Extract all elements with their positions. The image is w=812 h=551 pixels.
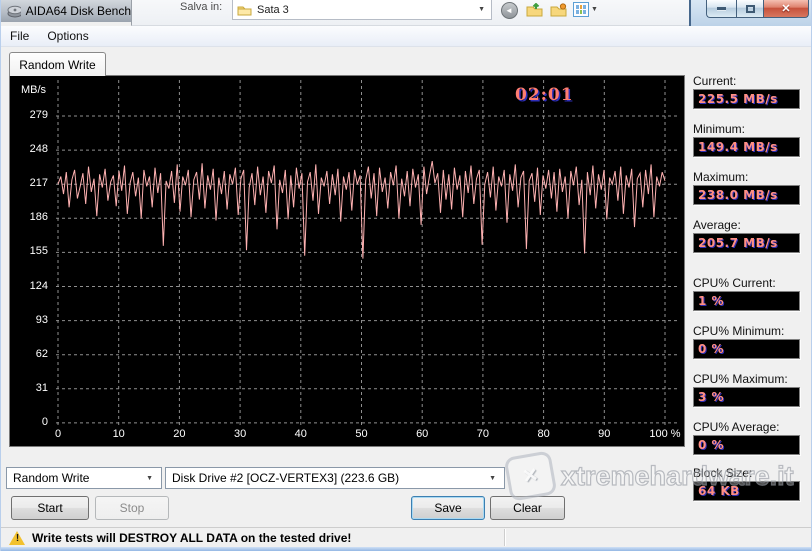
window-title: AIDA64 Disk Bench	[25, 4, 131, 18]
save-location-value: Sata 3	[257, 3, 289, 16]
chart-plot-area	[56, 80, 678, 427]
chevron-down-icon: ▼	[489, 474, 496, 482]
clear-button[interactable]: Clear	[490, 496, 565, 520]
x-axis-tick: 90	[598, 428, 611, 440]
stat-label: CPU% Maximum:	[693, 372, 788, 386]
title-bar[interactable]: AIDA64 Disk Bench	[1, 0, 131, 22]
x-axis-tick: 100 %	[649, 428, 681, 440]
disk-icon	[7, 5, 21, 18]
menu-file[interactable]: File	[1, 27, 38, 45]
views-icon	[573, 2, 589, 17]
maximize-icon	[745, 4, 755, 13]
y-axis-tick: 279	[29, 109, 48, 121]
test-type-dropdown[interactable]: Random Write ▼	[6, 467, 162, 489]
y-axis-tick: 0	[41, 415, 48, 428]
minimize-icon	[717, 7, 726, 10]
chevron-down-icon: ▼	[591, 6, 598, 13]
save-in-label: Salva in:	[180, 1, 223, 13]
stat-label: Maximum:	[693, 170, 749, 184]
y-axis-tick: 62	[35, 347, 48, 360]
new-folder-button[interactable]	[549, 2, 567, 19]
stat-value-cpu-minimum: 0 %	[693, 339, 800, 359]
window-bottom-border	[1, 547, 811, 551]
stat-value-current: 225.5 MB/s	[693, 89, 800, 109]
stat-label: CPU% Current:	[693, 276, 776, 290]
stat-label: CPU% Minimum:	[693, 324, 785, 338]
y-axis-tick: 124	[29, 279, 48, 292]
x-axis-tick: 70	[476, 428, 490, 440]
status-bar-divider	[504, 529, 505, 546]
y-axis-tick: 93	[35, 313, 48, 326]
up-one-level-button[interactable]	[525, 2, 543, 19]
elapsed-timer: 02:01	[515, 85, 574, 105]
save-location-dropdown[interactable]: Sata 3 ▼	[232, 0, 492, 20]
x-axis-tick: 40	[294, 428, 307, 440]
stat-label: Current:	[693, 74, 737, 88]
stop-button: Stop	[95, 496, 169, 520]
stat-label: Average:	[693, 218, 741, 232]
minimize-button[interactable]	[706, 0, 736, 18]
x-axis-tick: 60	[416, 428, 429, 440]
y-axis-tick: 31	[35, 381, 48, 394]
warning-icon: !	[9, 530, 26, 545]
stat-value-block-size: 64 KB	[693, 481, 800, 501]
y-axis-tick: 155	[29, 245, 48, 258]
benchmark-chart: MB/s 02:01 279 248 217 186 155 124 93 62 31 0 0 10 2…	[9, 75, 685, 447]
y-axis-tick: 217	[29, 177, 48, 190]
folder-icon	[237, 6, 252, 15]
y-axis-unit: MB/s	[21, 84, 47, 96]
back-arrow-icon: ◄	[500, 2, 518, 19]
x-axis-tick: 10	[112, 428, 125, 440]
drive-dropdown[interactable]: Disk Drive #2 [OCZ-VERTEX3] (223.6 GB) ▼	[165, 467, 505, 489]
x-axis-tick: 20	[173, 428, 186, 440]
x-axis-tick: 0	[54, 428, 62, 440]
aida64-disk-benchmark-window: AIDA64 Disk Bench Salva in: Sata 3 ▼ ◄ ▼…	[0, 0, 812, 551]
maximize-button[interactable]	[736, 0, 763, 18]
stat-value-cpu-current: 1 %	[693, 291, 800, 311]
menu-options[interactable]: Options	[38, 27, 97, 45]
y-axis-tick: 186	[29, 211, 48, 224]
test-type-value: Random Write	[13, 471, 90, 485]
stat-value-minimum: 149.4 MB/s	[693, 137, 800, 157]
stat-label: Minimum:	[693, 122, 746, 136]
folder-up-icon	[526, 3, 542, 17]
views-menu-button[interactable]: ▼	[573, 2, 600, 17]
stat-value-average: 205.7 MB/s	[693, 233, 800, 253]
stat-value-cpu-maximum: 3 %	[693, 387, 800, 407]
x-axis-tick: 50	[355, 428, 368, 440]
chevron-down-icon: ▼	[478, 6, 485, 13]
warning-text: Write tests will DESTROY ALL DATA on the…	[32, 530, 352, 545]
stat-label: CPU% Average:	[693, 420, 780, 434]
status-bar: ! Write tests will DESTROY ALL DATA on t…	[1, 527, 811, 547]
y-axis-tick: 248	[29, 143, 48, 156]
folder-new-icon	[550, 3, 566, 17]
save-button[interactable]: Save	[411, 496, 485, 520]
watermark-x-logo-icon: ×	[503, 450, 558, 502]
menu-bar: File Options	[1, 26, 811, 47]
back-button[interactable]: ◄	[500, 2, 518, 19]
caption-area: ✕	[689, 0, 811, 26]
stat-label: Block Size:	[693, 466, 753, 480]
drive-value: Disk Drive #2 [OCZ-VERTEX3] (223.6 GB)	[172, 471, 400, 485]
stat-value-cpu-average: 0 %	[693, 435, 800, 455]
save-dialog-fragment: Salva in: Sata 3 ▼ ◄ ▼	[131, 0, 689, 26]
tab-random-write[interactable]: Random Write	[9, 52, 106, 76]
chevron-down-icon: ▼	[146, 474, 153, 482]
close-button[interactable]: ✕	[763, 0, 809, 18]
start-button[interactable]: Start	[11, 496, 89, 520]
x-axis-tick: 80	[537, 428, 550, 440]
x-axis-tick: 30	[233, 428, 247, 440]
stat-value-maximum: 238.0 MB/s	[693, 185, 800, 205]
